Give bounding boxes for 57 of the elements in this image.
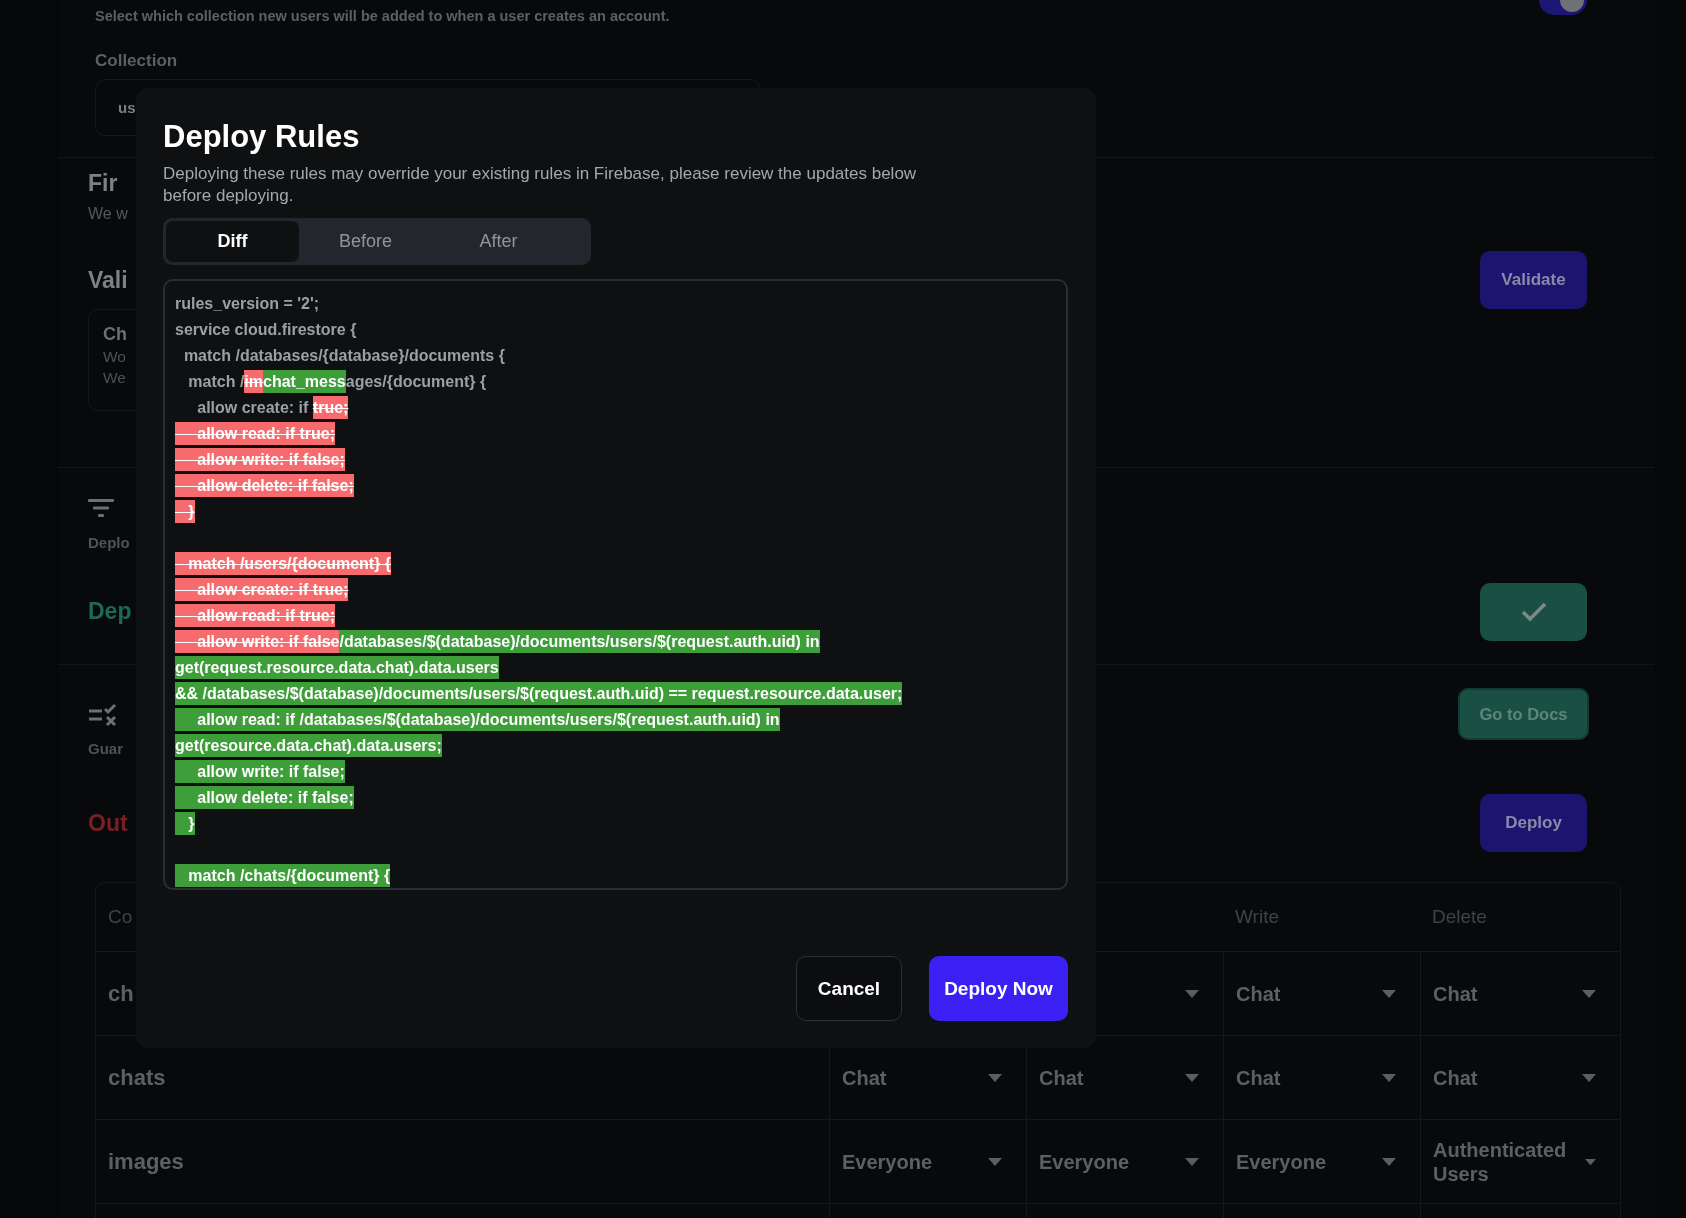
- list-check-icon: [88, 703, 118, 729]
- caret-icon[interactable]: [1582, 1073, 1596, 1082]
- filter-icon: [88, 498, 114, 518]
- collection-name: ch: [108, 980, 134, 1007]
- permission-select[interactable]: Chat: [1433, 981, 1478, 1006]
- caret-icon[interactable]: [1382, 1157, 1396, 1166]
- caret-icon[interactable]: [988, 1157, 1002, 1166]
- caret-icon[interactable]: [1185, 989, 1199, 998]
- caret-icon[interactable]: [1382, 989, 1396, 998]
- caret-icon[interactable]: [988, 1073, 1002, 1082]
- section-label: Guar: [88, 740, 123, 757]
- permission-select[interactable]: Everyone: [1236, 1149, 1327, 1174]
- section-heading: Out: [88, 809, 128, 837]
- column-header: Co: [108, 906, 133, 928]
- permission-select[interactable]: Chat: [1433, 1065, 1478, 1090]
- permission-select[interactable]: Everyone: [1039, 1149, 1130, 1174]
- confirm-button[interactable]: [1480, 582, 1587, 641]
- dialog-description: Deploying these rules may override your existing rules in Firebase, please review the updates below before deploying.: [163, 163, 918, 207]
- caret-icon[interactable]: [1382, 1073, 1396, 1082]
- permission-select[interactable]: Chat: [842, 1065, 887, 1090]
- deploy-now-button[interactable]: Deploy Now: [929, 956, 1068, 1021]
- view-tab[interactable]: After: [432, 221, 565, 262]
- column-header: Write: [1235, 906, 1279, 928]
- permission-select[interactable]: Chat: [1236, 1065, 1281, 1090]
- code-line: allow create: if true;: [175, 395, 349, 421]
- collection-hint: Select which collection new users will be added to when a user creates an account.: [95, 8, 670, 24]
- deploy-button[interactable]: Deploy: [1480, 794, 1587, 852]
- caret-icon[interactable]: [1582, 989, 1596, 998]
- permission-select[interactable]: Authenticated Users: [1433, 1137, 1586, 1186]
- collection-name: chats: [108, 1064, 166, 1091]
- card-title: Ch: [103, 324, 127, 345]
- code-line: service cloud.firestore {: [175, 320, 357, 340]
- validate-button[interactable]: Validate: [1480, 251, 1587, 309]
- section-heading: Fir: [88, 170, 118, 197]
- permission-select[interactable]: Chat: [1236, 981, 1281, 1006]
- column-header: Delete: [1432, 906, 1487, 928]
- dialog-title: Deploy Rules: [163, 119, 361, 155]
- caret-icon[interactable]: [1185, 1073, 1199, 1082]
- caret-icon[interactable]: [1185, 1157, 1199, 1166]
- section-heading: Dep: [88, 598, 132, 625]
- code-line: match /databases/{database}/documents {: [182, 346, 505, 366]
- check-icon: [1519, 600, 1548, 623]
- section-description: We w: [88, 205, 128, 223]
- section-label: Deplo: [88, 534, 130, 551]
- code-line: rules_version = '2';: [175, 294, 320, 314]
- collection-name: images: [108, 1148, 184, 1175]
- card-text: Wo: [103, 348, 126, 366]
- docs-button[interactable]: Go to Docs: [1458, 688, 1589, 740]
- permission-select[interactable]: Chat: [1039, 1065, 1084, 1090]
- field-label: Collection: [95, 51, 178, 71]
- view-tab[interactable]: Diff: [166, 221, 299, 262]
- cancel-button[interactable]: Cancel: [796, 956, 902, 1021]
- view-tab[interactable]: Before: [299, 221, 432, 262]
- card-text: We: [103, 369, 126, 387]
- section-heading: Vali: [88, 266, 128, 294]
- permission-select[interactable]: Everyone: [842, 1149, 933, 1174]
- caret-icon[interactable]: [1585, 1157, 1596, 1166]
